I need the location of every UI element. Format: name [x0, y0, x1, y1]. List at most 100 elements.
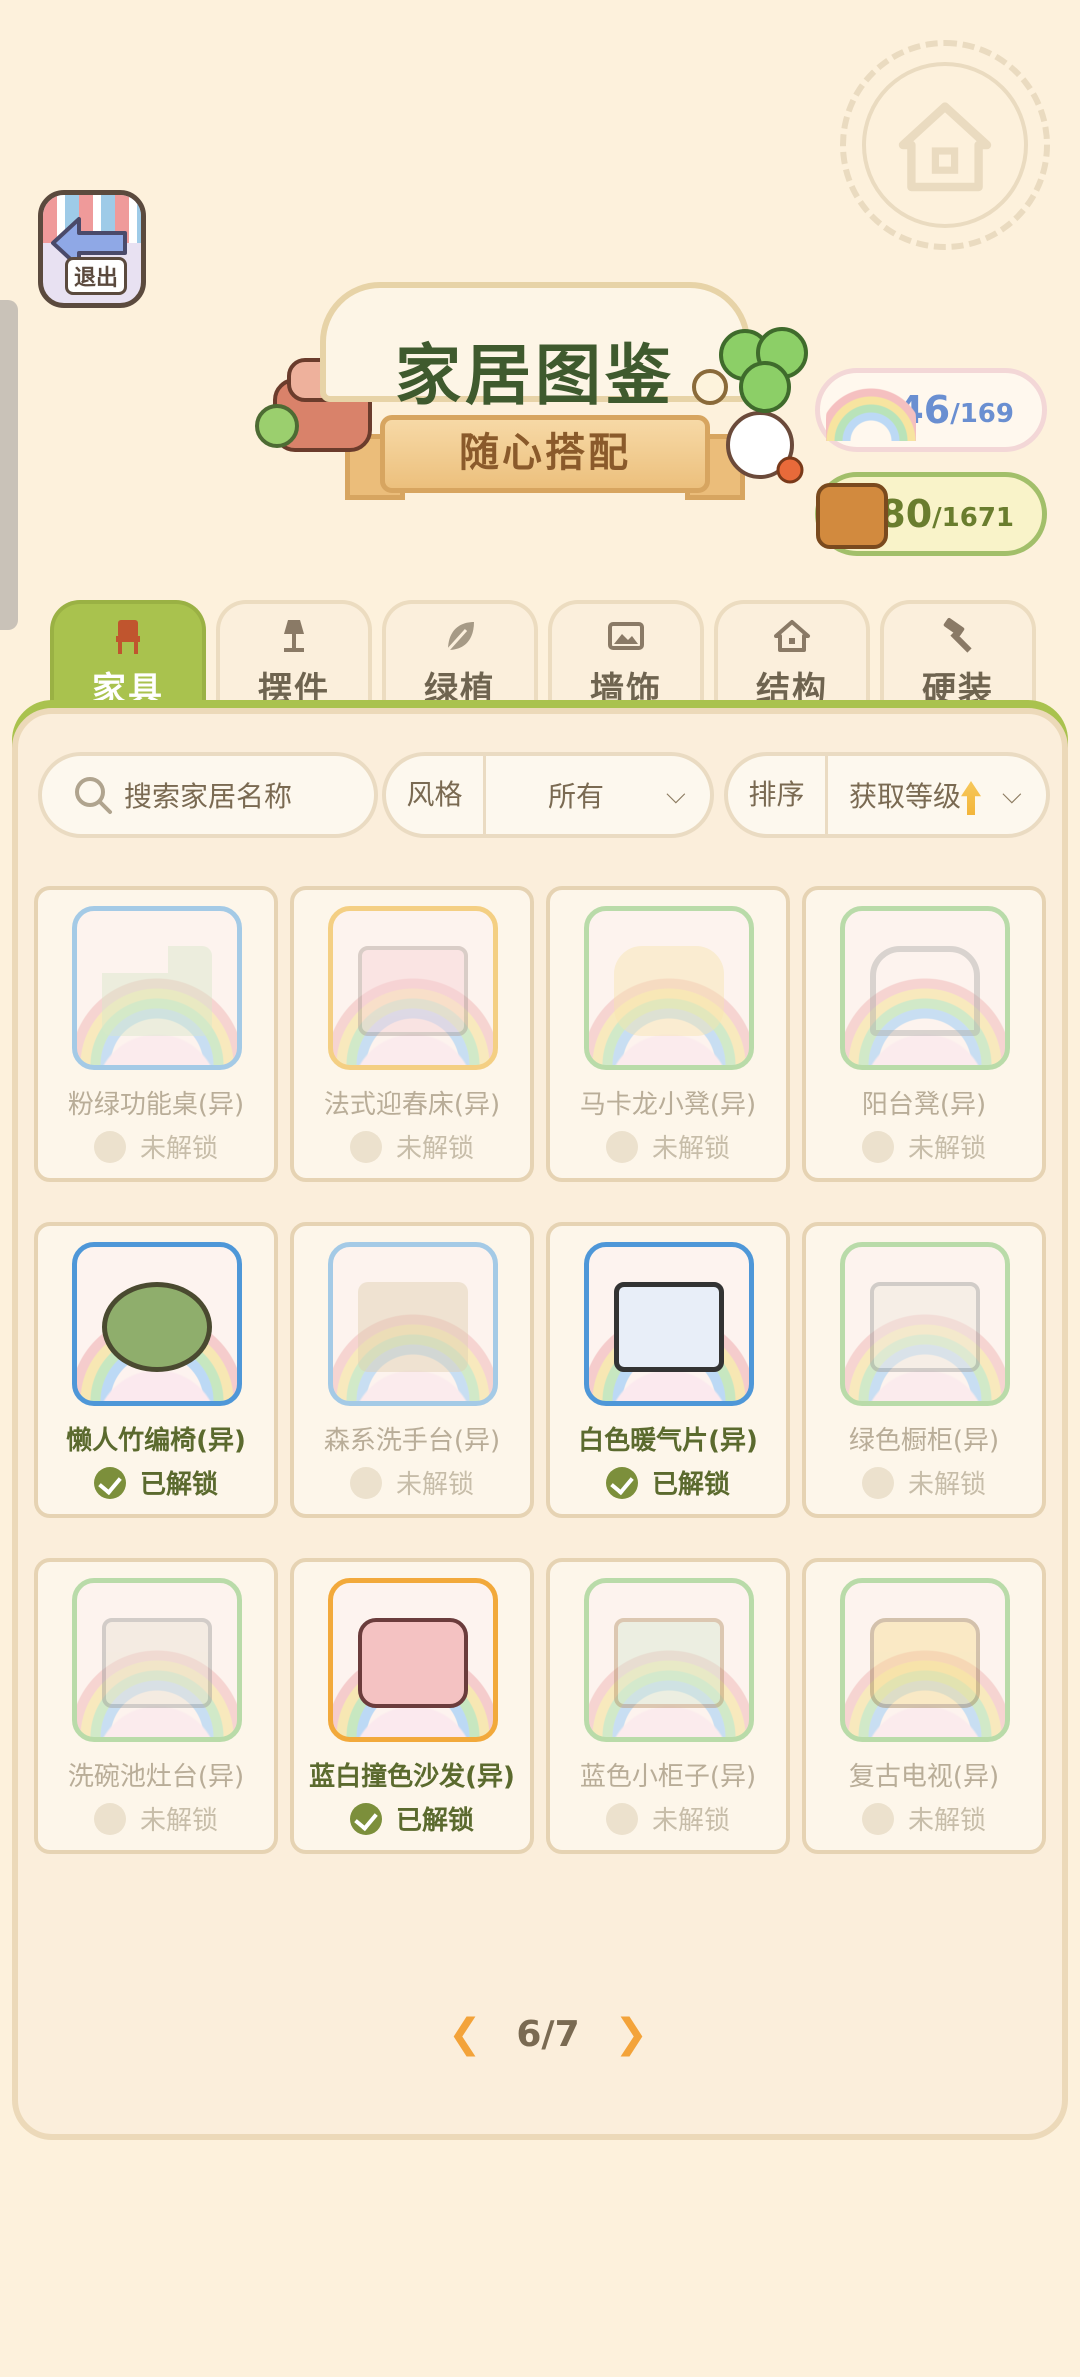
stool-image	[614, 946, 724, 1036]
next-page-button[interactable]: ❯	[614, 2011, 648, 2057]
lamp-icon	[284, 620, 304, 652]
search-placeholder: 搜索家居名称	[124, 780, 293, 813]
item-card[interactable]: 蓝白撞色沙发(异) 已解锁	[290, 1558, 534, 1854]
item-name: 懒人竹编椅(异)	[66, 1426, 246, 1456]
category-tabs: 家具 摆件 绿植 墙饰 结构 硬装	[50, 600, 1036, 712]
tab-label: 绿植	[424, 670, 496, 710]
previous-page-button[interactable]: ❮	[448, 2011, 482, 2057]
status-text: 未解锁	[139, 1806, 218, 1836]
cabinet-image	[870, 1282, 980, 1372]
chevron-down-icon: ⌵	[1002, 779, 1022, 810]
washbasin-image	[358, 1282, 468, 1372]
catalog-panel: 搜索家居名称 风格 所有 ⌵ 排序 获取等级 ⌵ 粉绿功能桌(异) 未解锁 法式…	[12, 708, 1068, 2140]
status-indicator	[861, 1130, 894, 1163]
item-thumbnail	[584, 1578, 754, 1742]
tab-label: 墙饰	[590, 670, 662, 710]
status-indicator	[349, 1130, 382, 1163]
unlock-status: 已解锁	[550, 1464, 786, 1501]
tab-ornaments[interactable]: 摆件	[216, 600, 372, 712]
item-thumbnail	[72, 1242, 242, 1406]
status-text: 已解锁	[139, 1470, 218, 1500]
item-name: 森系洗手台(异)	[323, 1426, 501, 1456]
item-card[interactable]: 阳台凳(异) 未解锁	[802, 886, 1046, 1182]
tab-label: 结构	[756, 670, 828, 710]
item-card[interactable]: 绿色橱柜(异) 未解锁	[802, 1222, 1046, 1518]
status-indicator	[861, 1466, 894, 1499]
home-badge[interactable]	[840, 40, 1050, 250]
item-name: 阳台凳(异)	[861, 1090, 987, 1120]
tab-plants[interactable]: 绿植	[382, 600, 538, 712]
item-name: 蓝色小柜子(异)	[579, 1762, 757, 1792]
unlock-status: 已解锁	[294, 1800, 530, 1837]
item-card[interactable]: 蓝色小柜子(异) 未解锁	[546, 1558, 790, 1854]
status-indicator	[605, 1130, 638, 1163]
item-thumbnail	[328, 906, 498, 1070]
status-text: 未解锁	[395, 1134, 474, 1164]
unlock-status: 未解锁	[38, 1800, 274, 1837]
tab-label: 摆件	[258, 670, 330, 710]
side-drawer-handle[interactable]	[0, 300, 18, 630]
star-counter: 46 /169	[815, 368, 1047, 452]
item-name: 洗碗池灶台(异)	[67, 1762, 245, 1792]
item-card[interactable]: 法式迎春床(异) 未解锁	[290, 886, 534, 1182]
unlock-status: 未解锁	[294, 1464, 530, 1501]
house-icon	[774, 620, 810, 652]
exit-button[interactable]: 退出	[38, 190, 146, 308]
sink-stove-image	[102, 1618, 212, 1708]
item-thumbnail	[72, 1578, 242, 1742]
desk-image	[102, 946, 212, 1036]
tab-hardware[interactable]: 硬装	[880, 600, 1036, 712]
search-input[interactable]: 搜索家居名称	[38, 752, 378, 838]
bed-image	[358, 946, 468, 1036]
tab-structure[interactable]: 结构	[714, 600, 870, 712]
unlock-status: 未解锁	[806, 1800, 1042, 1837]
item-thumbnail	[328, 1242, 498, 1406]
unlock-status: 未解锁	[806, 1464, 1042, 1501]
sort-dropdown[interactable]: 排序 获取等级 ⌵	[724, 752, 1050, 838]
unlock-status: 未解锁	[550, 1128, 786, 1165]
sofa-image	[358, 1618, 468, 1708]
item-card[interactable]: 洗碗池灶台(异) 未解锁	[34, 1558, 278, 1854]
ascending-arrow-icon	[961, 781, 981, 815]
radiator-image	[614, 1282, 724, 1372]
item-name: 绿色橱柜(异)	[848, 1426, 1000, 1456]
tab-wall-decor[interactable]: 墙饰	[548, 600, 704, 712]
item-name: 复古电视(异)	[848, 1762, 1000, 1792]
balcony-chair-image	[870, 946, 980, 1036]
exit-label: 退出	[65, 257, 128, 295]
item-card[interactable]: 粉绿功能桌(异) 未解锁	[34, 886, 278, 1182]
item-card[interactable]: 马卡龙小凳(异) 未解锁	[546, 886, 790, 1182]
tab-furniture[interactable]: 家具	[50, 600, 206, 712]
item-thumbnail	[840, 1242, 1010, 1406]
small-cabinet-image	[614, 1618, 724, 1708]
item-card[interactable]: 懒人竹编椅(异) 已解锁	[34, 1222, 278, 1518]
item-thumbnail	[584, 1242, 754, 1406]
style-filter-label: 风格	[386, 756, 486, 834]
status-text: 未解锁	[651, 1806, 730, 1836]
item-card[interactable]: 白色暖气片(异) 已解锁	[546, 1222, 790, 1518]
sort-label: 排序	[728, 756, 828, 834]
status-indicator	[93, 1802, 126, 1835]
check-icon	[349, 1802, 382, 1835]
page-title: 家居图鉴	[395, 337, 675, 414]
status-text: 未解锁	[651, 1134, 730, 1164]
status-indicator	[605, 1802, 638, 1835]
chair-icon	[116, 620, 140, 654]
sort-value-wrapper: 获取等级	[828, 775, 1002, 815]
sort-value: 获取等级	[848, 780, 961, 813]
leaf-icon	[446, 622, 474, 652]
status-text: 已解锁	[651, 1470, 730, 1500]
check-icon	[93, 1466, 126, 1499]
tab-label: 家具	[92, 670, 164, 710]
page-indicator: 6/7	[516, 2013, 580, 2055]
item-thumbnail	[584, 906, 754, 1070]
chevron-down-icon: ⌵	[666, 779, 686, 810]
item-card[interactable]: 森系洗手台(异) 未解锁	[290, 1222, 534, 1518]
status-indicator	[861, 1802, 894, 1835]
style-filter-dropdown[interactable]: 风格 所有 ⌵	[382, 752, 714, 838]
treasure-chest-icon	[816, 483, 888, 549]
item-card[interactable]: 复古电视(异) 未解锁	[802, 1558, 1046, 1854]
status-text: 未解锁	[395, 1470, 474, 1500]
item-thumbnail	[72, 906, 242, 1070]
unlock-status: 未解锁	[806, 1128, 1042, 1165]
